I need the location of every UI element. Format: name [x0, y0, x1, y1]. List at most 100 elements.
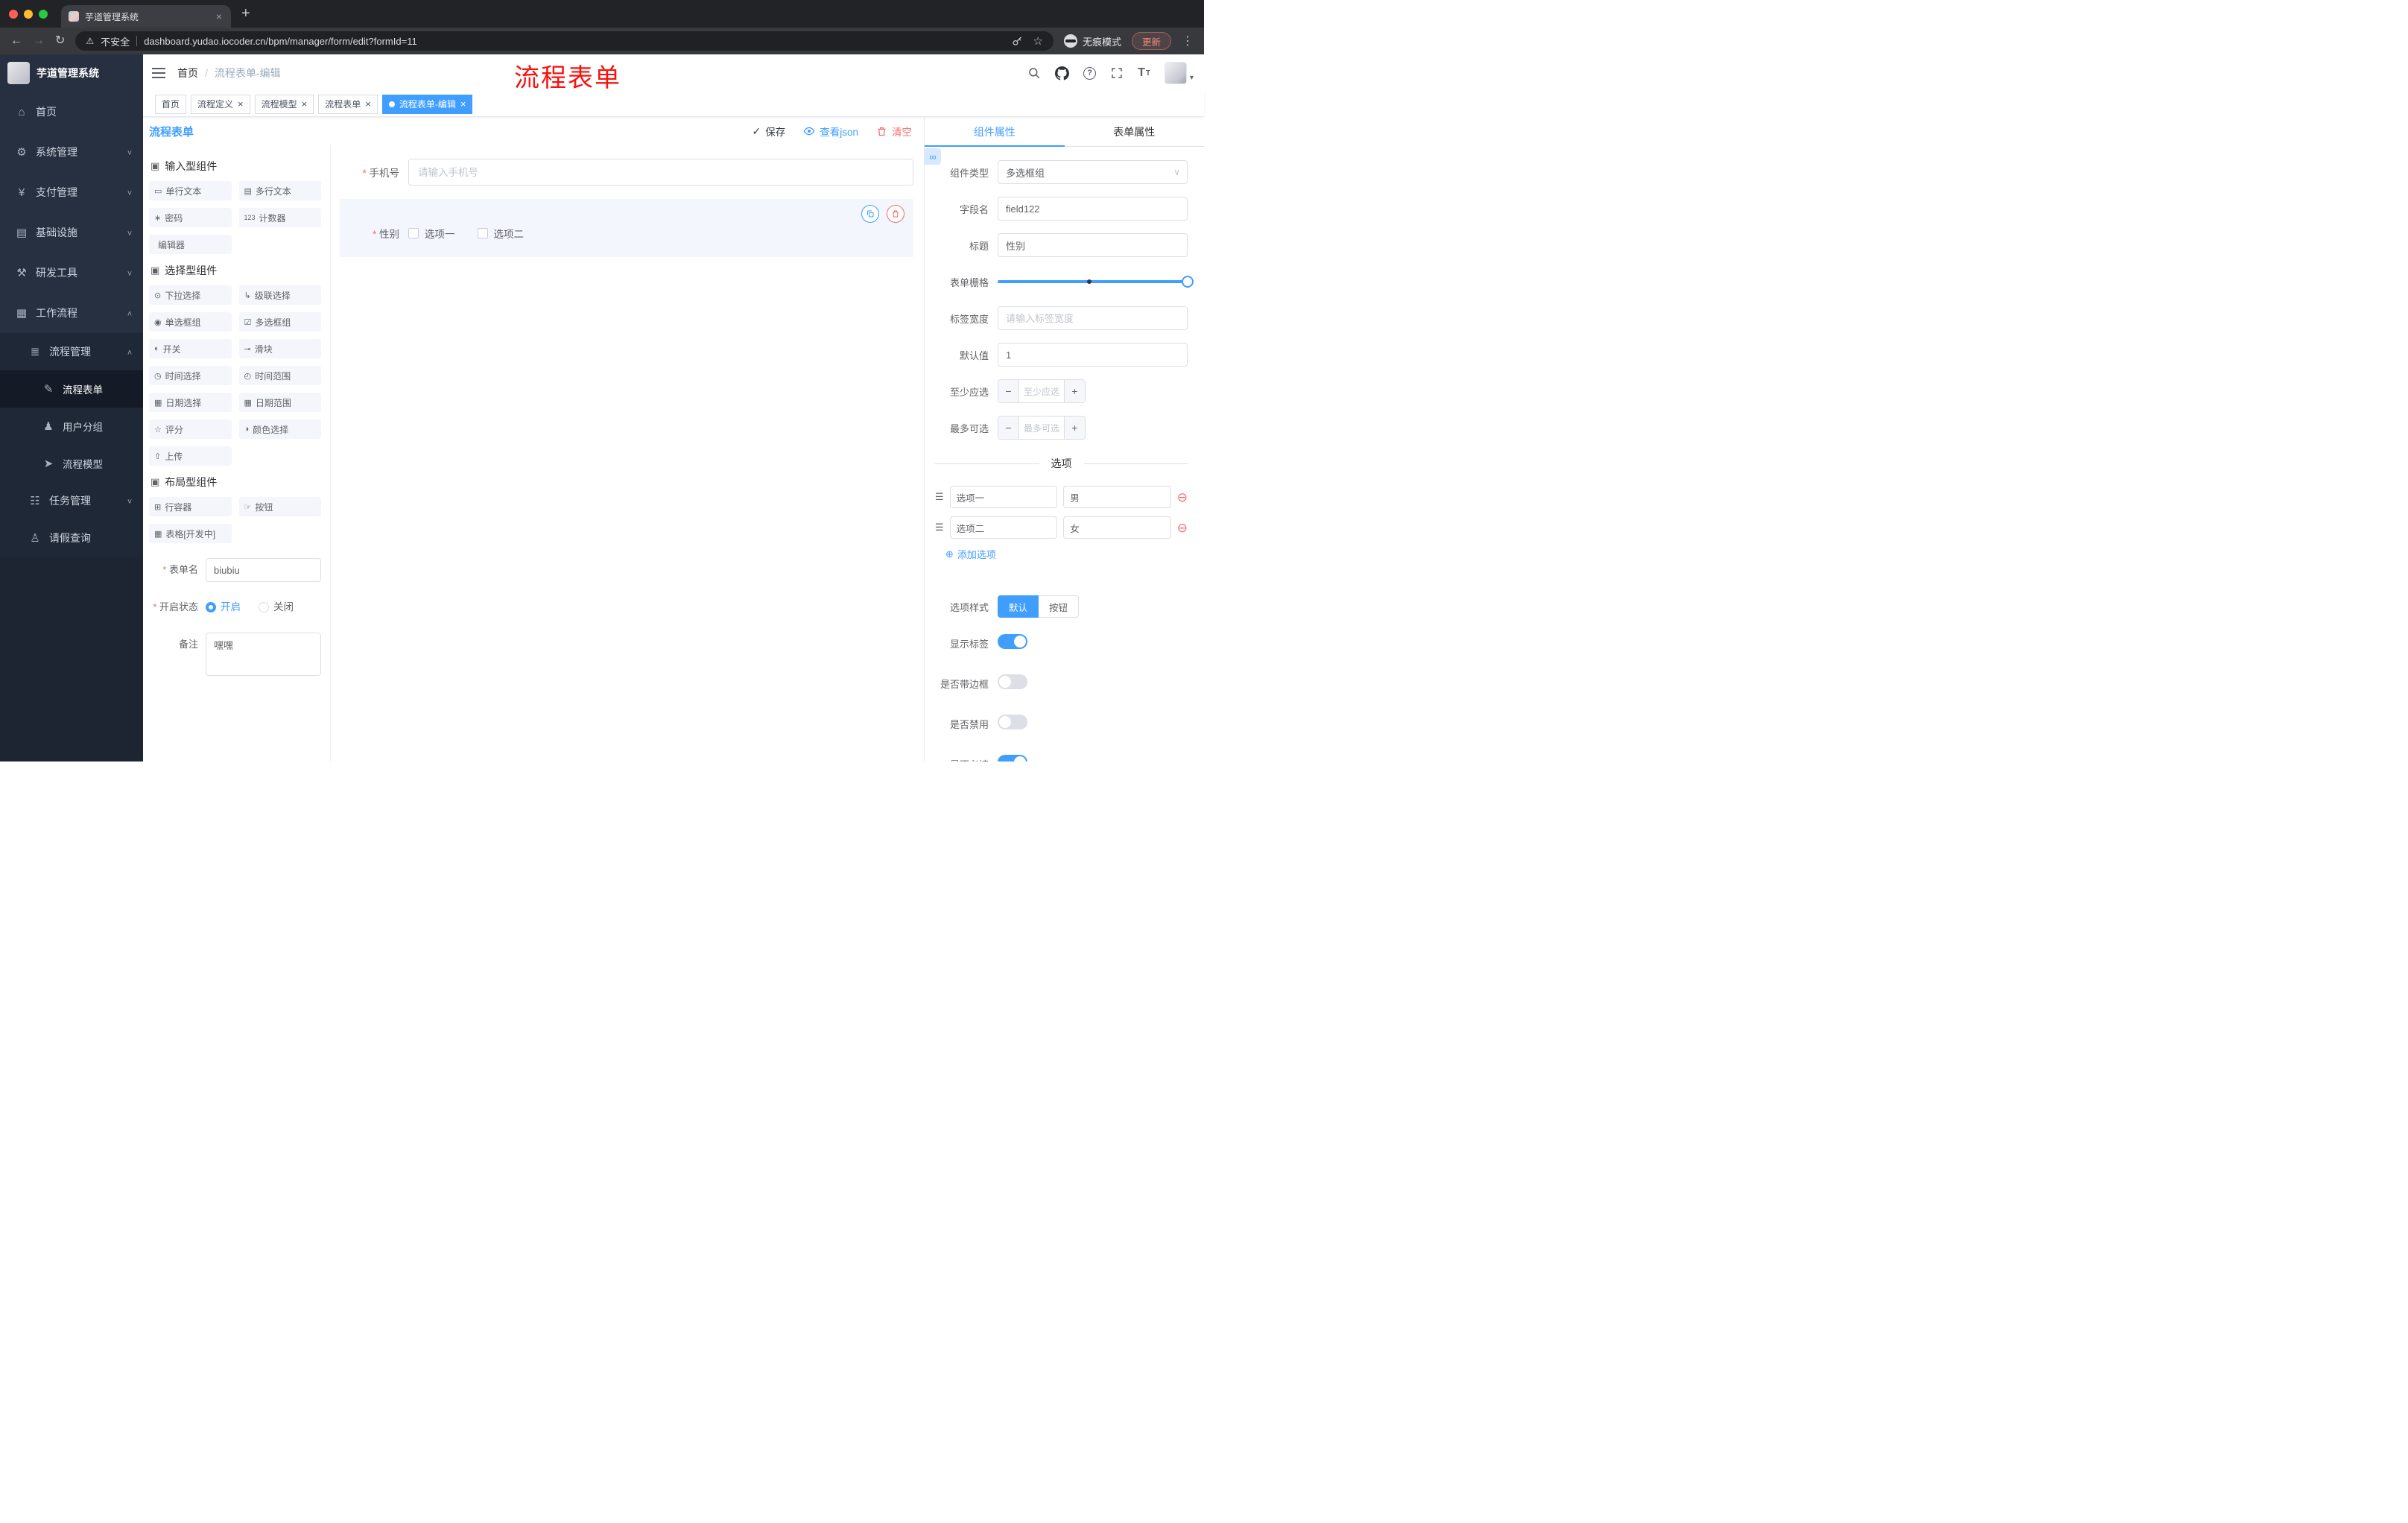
component-chip-cascader[interactable]: ↳ 级联选择	[238, 285, 321, 305]
component-chip-color-picker[interactable]: ◑ 颜色选择	[238, 419, 321, 439]
github-icon[interactable]	[1055, 66, 1070, 80]
hamburger-icon[interactable]	[152, 67, 165, 79]
sidebar-item-infrastructure[interactable]: ▤ 基础设施 ∨	[0, 212, 143, 253]
form-canvas[interactable]: 手机号	[331, 145, 924, 762]
tab-close-icon[interactable]: ×	[215, 10, 224, 22]
sidebar-item-process-model[interactable]: ➤ 流程模型	[0, 445, 143, 482]
option-value-input[interactable]	[1063, 486, 1171, 508]
gender-checkbox-option2[interactable]: 选项二	[477, 226, 524, 241]
copy-component-button[interactable]	[861, 205, 879, 223]
status-on-radio[interactable]: 开启	[206, 595, 241, 619]
bookmark-star-icon[interactable]: ☆	[1033, 34, 1043, 48]
tab-home[interactable]: 首页	[155, 94, 187, 114]
component-chip-switch[interactable]: ◐ 开关	[149, 339, 232, 358]
sidebar-item-task-management[interactable]: ☷ 任务管理 ∨	[0, 482, 143, 519]
component-type-select[interactable]	[998, 160, 1188, 184]
user-menu[interactable]: ▾	[1164, 62, 1194, 84]
component-chip-multi-text[interactable]: ▤ 多行文本	[238, 181, 321, 200]
component-chip-date-range[interactable]: ▦ 日期范围	[238, 393, 321, 412]
password-key-icon[interactable]	[1012, 36, 1023, 47]
remove-option-icon[interactable]: ⊖	[1177, 491, 1188, 504]
minus-button[interactable]: −	[998, 417, 1019, 439]
clear-button[interactable]: 清空	[876, 124, 912, 139]
form-grid-slider[interactable]	[998, 270, 1194, 294]
gender-checkbox-option1[interactable]: 选项一	[408, 226, 455, 241]
tab-process-form-edit[interactable]: 流程表单-编辑 ×	[381, 94, 473, 114]
option-label-input[interactable]	[949, 516, 1058, 539]
form-name-input[interactable]	[206, 558, 321, 582]
add-option-button[interactable]: ⊕ 添加选项	[945, 547, 1188, 561]
save-button[interactable]: ✓ 保存	[752, 124, 786, 139]
plus-button[interactable]: +	[1064, 417, 1085, 439]
slider-handle[interactable]	[1182, 276, 1194, 288]
minus-button[interactable]: −	[998, 380, 1019, 402]
component-chip-button[interactable]: ☞ 按钮	[238, 497, 321, 516]
component-chip-rate[interactable]: ☆ 评分	[149, 419, 232, 439]
component-chip-table[interactable]: ▦ 表格[开发中]	[149, 524, 232, 543]
remark-textarea[interactable]: 嘿嘿	[206, 633, 321, 676]
sidebar-item-workflow[interactable]: ▦ 工作流程 ∧	[0, 293, 143, 333]
style-default-button[interactable]: 默认	[998, 595, 1039, 618]
drag-handle-icon[interactable]: ☰	[935, 491, 944, 503]
status-off-radio[interactable]: 关闭	[259, 595, 294, 619]
component-chip-upload[interactable]: ⇧ 上传	[149, 446, 232, 466]
option-label-input[interactable]	[949, 486, 1058, 508]
address-bar[interactable]: ⚠ 不安全 dashboard.yudao.iocoder.cn/bpm/man…	[75, 31, 1054, 51]
window-minimize-button[interactable]	[24, 9, 33, 19]
title-input[interactable]	[998, 233, 1188, 257]
forward-icon[interactable]: →	[33, 35, 45, 47]
sidebar-item-process-form[interactable]: ✎ 流程表单	[0, 370, 143, 408]
plus-button[interactable]: +	[1064, 380, 1085, 402]
fullscreen-icon[interactable]	[1110, 66, 1124, 80]
tab-form-props[interactable]: 表单属性	[1065, 117, 1205, 146]
search-icon[interactable]	[1027, 66, 1041, 80]
drag-handle-icon[interactable]: ☰	[935, 522, 944, 533]
new-tab-button[interactable]: +	[241, 5, 250, 22]
component-chip-row-container[interactable]: ⊞ 行容器	[149, 497, 232, 516]
browser-tab[interactable]: 芋道管理系统 ×	[61, 5, 231, 28]
component-chip-checkbox-group[interactable]: ☑ 多选框组	[238, 312, 321, 332]
gender-field-row[interactable]: 性别 选项一 选项二	[340, 199, 913, 257]
help-icon[interactable]: ?	[1083, 66, 1097, 80]
component-chip-single-text[interactable]: ▭ 单行文本	[149, 181, 232, 200]
show-label-switch[interactable]	[998, 634, 1027, 649]
tab-component-props[interactable]: 组件属性	[925, 117, 1065, 147]
breadcrumb-home[interactable]: 首页	[177, 66, 198, 80]
tab-process-definition[interactable]: 流程定义 ×	[191, 94, 250, 114]
sidebar-item-devtools[interactable]: ⚒ 研发工具 ∨	[0, 253, 143, 293]
phone-field-input[interactable]	[408, 159, 913, 186]
field-name-input[interactable]	[998, 197, 1188, 221]
delete-component-button[interactable]	[887, 205, 904, 223]
default-value-input[interactable]	[998, 343, 1188, 367]
component-chip-slider[interactable]: ⊸ 滑块	[238, 339, 321, 358]
min-select-value[interactable]: 至少应选	[1019, 380, 1064, 402]
font-size-icon[interactable]: TT	[1138, 66, 1150, 80]
sidebar-item-leave-query[interactable]: ♙ 请假查询	[0, 519, 143, 557]
browser-menu-icon[interactable]: ⋮	[1182, 34, 1194, 48]
component-chip-time-range[interactable]: ◴ 时间范围	[238, 366, 321, 385]
sidebar-item-payment[interactable]: ¥ 支付管理 ∨	[0, 172, 143, 212]
max-select-value[interactable]: 最多可选	[1019, 417, 1064, 439]
link-icon[interactable]: ∞	[925, 148, 941, 165]
close-icon[interactable]: ×	[302, 99, 308, 109]
disabled-switch[interactable]	[998, 715, 1027, 729]
remove-option-icon[interactable]: ⊖	[1177, 522, 1188, 534]
required-switch[interactable]	[998, 755, 1027, 762]
label-width-input[interactable]	[998, 306, 1188, 330]
tab-process-model[interactable]: 流程模型 ×	[254, 94, 314, 114]
window-close-button[interactable]	[9, 9, 18, 19]
close-icon[interactable]: ×	[238, 99, 244, 109]
border-switch[interactable]	[998, 674, 1027, 689]
sidebar-logo[interactable]: 芋道管理系统	[0, 54, 143, 92]
sidebar-item-process-management[interactable]: ≣ 流程管理 ∧	[0, 333, 143, 370]
component-chip-time-picker[interactable]: ◷ 时间选择	[149, 366, 232, 385]
component-chip-editor[interactable]: 编辑器	[149, 235, 232, 254]
sidebar-item-system[interactable]: ⚙ 系统管理 ∨	[0, 132, 143, 172]
tab-process-form[interactable]: 流程表单 ×	[318, 94, 378, 114]
component-chip-counter[interactable]: 123 计数器	[238, 208, 321, 227]
option-value-input[interactable]	[1063, 516, 1171, 539]
sidebar-item-home[interactable]: ⌂ 首页	[0, 92, 143, 132]
back-icon[interactable]: ←	[10, 35, 22, 47]
component-chip-radio-group[interactable]: ◉ 单选框组	[149, 312, 232, 332]
phone-field-row[interactable]: 手机号	[340, 159, 913, 186]
